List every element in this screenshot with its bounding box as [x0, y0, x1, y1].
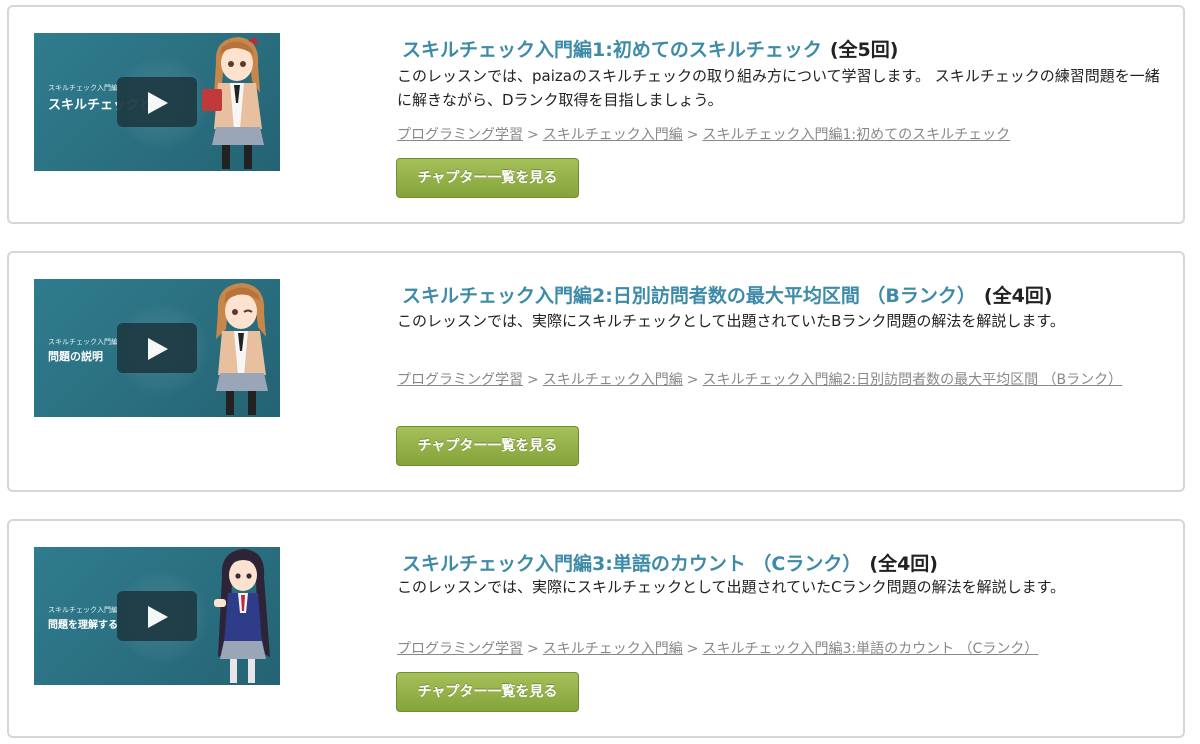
video-thumbnail[interactable]: スキルチェック入門編 問題の説明	[34, 279, 280, 417]
breadcrumb-link[interactable]: プログラミング学習	[397, 372, 523, 388]
video-thumbnail[interactable]: スキルチェック入門編 問題を理解する	[34, 547, 280, 685]
play-icon[interactable]	[117, 77, 197, 127]
breadcrumb: プログラミング学習 > スキルチェック入門編 > スキルチェック入門編1:初めてのスキル…	[397, 127, 1011, 143]
video-thumbnail[interactable]: スキルチェック入門編 スキルチェックと	[34, 33, 280, 171]
breadcrumb-link[interactable]: スキルチェック入門編2:日別訪問者数の最大平均区間 （Bランク）	[702, 372, 1122, 388]
lesson-description: このレッスンでは、実際にスキルチェックとして出題されていたCランク問題の解法を解…	[397, 578, 1066, 596]
lesson-title[interactable]: スキルチェック入門編3:単語のカウント （Cランク） (全4回)	[402, 549, 938, 576]
lesson-title[interactable]: スキルチェック入門編2:日別訪問者数の最大平均区間 （Bランク） (全4回)	[402, 281, 1053, 308]
thumbnail-caption: 問題を理解する	[48, 620, 118, 631]
character-illustration	[216, 283, 268, 415]
breadcrumb-link[interactable]: スキルチェック入門編1:初めてのスキルチェック	[702, 127, 1010, 143]
lesson-title[interactable]: スキルチェック入門編1:初めてのスキルチェック (全5回)	[402, 35, 898, 62]
lesson-card-1: スキルチェック入門編 スキルチェックと スキルチェック入門編1:初めてのスキルチ…	[7, 5, 1185, 224]
breadcrumb-link[interactable]: スキルチェック入門編	[543, 641, 683, 657]
breadcrumb: プログラミング学習 > スキルチェック入門編 > スキルチェック入門編3:単語のカウント…	[397, 641, 1039, 657]
character-illustration	[202, 37, 264, 169]
view-chapters-button[interactable]: チャプター一覧を見る	[396, 158, 579, 198]
lesson-description: このレッスンでは、paizaのスキルチェックの取り組み方について学習します。 ス…	[397, 67, 1160, 109]
lesson-card-3: スキルチェック入門編 問題を理解する スキルチェック入門編3:単語のカウント （…	[7, 519, 1185, 738]
lesson-description: このレッスンでは、実際にスキルチェックとして出題されていたBランク問題の解法を解…	[397, 312, 1065, 330]
view-chapters-button[interactable]: チャプター一覧を見る	[396, 672, 579, 712]
breadcrumb: プログラミング学習 > スキルチェック入門編 > スキルチェック入門編2:日別訪問者数の…	[397, 372, 1123, 388]
breadcrumb-link[interactable]: スキルチェック入門編	[543, 127, 683, 143]
play-icon[interactable]	[117, 323, 197, 373]
lesson-title-link[interactable]: スキルチェック入門編3:単語のカウント （Cランク）	[402, 553, 861, 575]
lesson-card-2: スキルチェック入門編 問題の説明 スキルチェック入門編2:日別訪問者数の最大平均…	[7, 251, 1185, 492]
breadcrumb-link[interactable]: プログラミング学習	[397, 127, 523, 143]
thumbnail-subtitle: スキルチェック入門編	[48, 85, 118, 92]
breadcrumb-link[interactable]: スキルチェック入門編	[543, 372, 683, 388]
thumbnail-subtitle: スキルチェック入門編	[48, 339, 118, 346]
lesson-title-link[interactable]: スキルチェック入門編1:初めてのスキルチェック	[402, 39, 822, 61]
breadcrumb-link[interactable]: プログラミング学習	[397, 641, 523, 657]
thumbnail-subtitle: スキルチェック入門編	[48, 607, 118, 614]
view-chapters-button[interactable]: チャプター一覧を見る	[396, 426, 579, 466]
lesson-count: (全4回)	[983, 285, 1053, 307]
lesson-title-link[interactable]: スキルチェック入門編2:日別訪問者数の最大平均区間 （Bランク）	[402, 285, 976, 307]
play-icon[interactable]	[117, 591, 197, 641]
thumbnail-caption: 問題の説明	[48, 351, 103, 363]
character-illustration	[214, 549, 270, 683]
lesson-count: (全4回)	[869, 553, 938, 575]
lesson-count: (全5回)	[829, 39, 899, 61]
breadcrumb-link[interactable]: スキルチェック入門編3:単語のカウント （Cランク）	[702, 641, 1038, 657]
